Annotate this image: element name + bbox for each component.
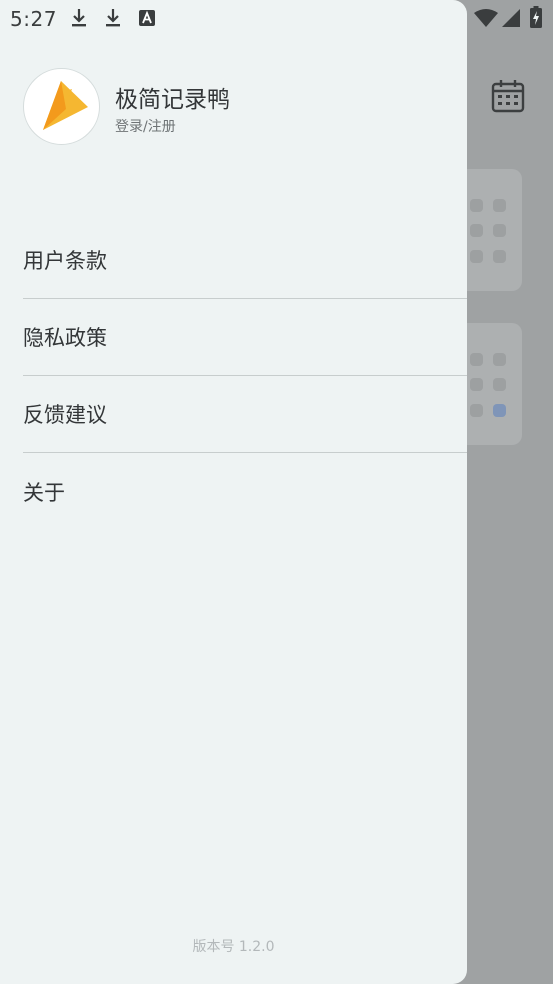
screen: 5:27 极简记录鸭 登录/注册 用户条款 隐私政策 反馈建议 关于 版本号 1… xyxy=(0,0,553,984)
duck-logo-icon xyxy=(43,81,88,130)
menu-item-feedback[interactable]: 反馈建议 xyxy=(23,376,467,453)
menu-item-user-terms[interactable]: 用户条款 xyxy=(23,222,467,299)
wifi-icon xyxy=(474,9,498,27)
navigation-drawer: 极简记录鸭 登录/注册 用户条款 隐私政策 反馈建议 关于 版本号 1.2.0 xyxy=(0,0,467,984)
menu-item-privacy-policy[interactable]: 隐私政策 xyxy=(23,299,467,376)
status-bar: 5:27 xyxy=(0,0,553,36)
app-name: 极简记录鸭 xyxy=(115,87,230,113)
profile-header[interactable]: 极简记录鸭 登录/注册 xyxy=(23,68,443,146)
version-label: 版本号 1.2.0 xyxy=(192,939,275,955)
drawer-menu: 用户条款 隐私政策 反馈建议 关于 xyxy=(23,222,467,530)
battery-charging-icon xyxy=(530,6,542,28)
font-app-icon xyxy=(139,10,155,26)
signal-icon xyxy=(502,9,520,27)
download-icon xyxy=(72,9,86,27)
app-logo xyxy=(23,68,100,145)
status-time: 5:27 xyxy=(10,7,57,31)
login-register-link[interactable]: 登录/注册 xyxy=(115,116,176,136)
download-icon xyxy=(106,9,120,27)
menu-item-about[interactable]: 关于 xyxy=(23,453,467,530)
calendar-icon xyxy=(491,80,525,113)
